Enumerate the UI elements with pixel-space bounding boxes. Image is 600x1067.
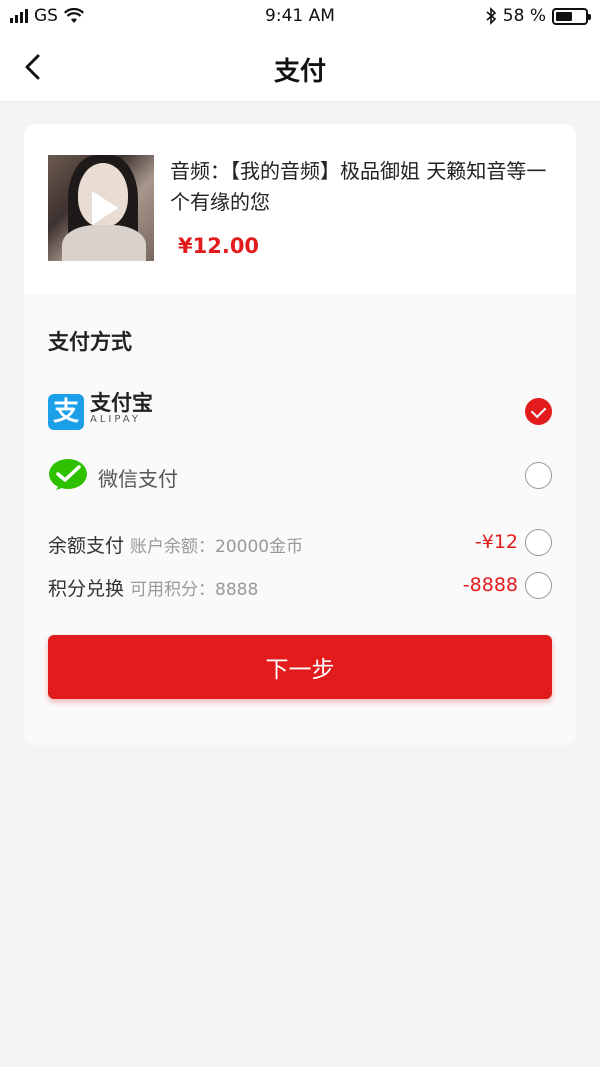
- balance-label: 余额支付: [48, 535, 125, 557]
- product-price: ¥12.00: [178, 234, 260, 258]
- points-label: 积分兑换: [48, 578, 125, 600]
- wechat-pay-icon: [49, 459, 87, 490]
- points-amount: -8888: [462, 574, 518, 596]
- balance-sub: 账户余额：20000金币: [130, 537, 304, 557]
- wechat-label: 微信支付: [98, 467, 178, 491]
- points-sub: 可用积分：8888: [130, 580, 259, 600]
- battery-icon: [552, 7, 591, 25]
- balance-payment-row[interactable]: 余额支付 账户余额：20000金币 -¥12: [48, 527, 552, 561]
- page-title: 支付: [273, 57, 326, 87]
- alipay-label-en: ALIPAY: [90, 414, 141, 425]
- balance-label-group: 余额支付 账户余额：20000金币: [48, 531, 303, 558]
- product-title: 音频：【我的音频】极品御姐 天籁知音等一个有缘的您: [170, 159, 547, 214]
- battery-percent: 58 %: [502, 6, 546, 26]
- balance-amount: -¥12: [474, 531, 518, 553]
- nav-bar: 支付: [0, 34, 600, 102]
- alipay-wordmark: 支付宝 ALIPAY: [90, 392, 153, 426]
- payment-option-wechat[interactable]: 微信支付: [48, 456, 552, 496]
- status-bar: GS 9:41 AM 58 %: [0, 0, 600, 34]
- alipay-label: 支付宝: [90, 391, 153, 415]
- status-right: 58 %: [485, 6, 591, 26]
- points-exchange-row[interactable]: 积分兑换 可用积分：8888 -8888: [48, 570, 552, 604]
- wechat-radio[interactable]: [525, 462, 552, 489]
- bluetooth-icon: [486, 7, 496, 25]
- product-thumbnail[interactable]: [48, 155, 154, 261]
- payment-card: 音频：【我的音频】极品御姐 天籁知音等一个有缘的您 ¥12.00 支付方式 支 …: [24, 124, 576, 745]
- next-step-button[interactable]: 下一步: [48, 635, 552, 699]
- product-summary: 音频：【我的音频】极品御姐 天籁知音等一个有缘的您 ¥12.00: [24, 124, 576, 294]
- alipay-radio[interactable]: [525, 398, 552, 425]
- balance-radio[interactable]: [525, 529, 552, 556]
- payment-methods-section: 支付方式 支 支付宝 ALIPAY 微信支付 余额支付 账户余额：20000金币 …: [24, 294, 576, 745]
- play-icon: [92, 191, 118, 225]
- section-title: 支付方式: [48, 330, 132, 354]
- points-label-group: 积分兑换 可用积分：8888: [48, 574, 258, 601]
- alipay-icon: 支: [48, 394, 84, 430]
- points-radio[interactable]: [525, 572, 552, 599]
- payment-option-alipay[interactable]: 支 支付宝 ALIPAY: [48, 392, 552, 432]
